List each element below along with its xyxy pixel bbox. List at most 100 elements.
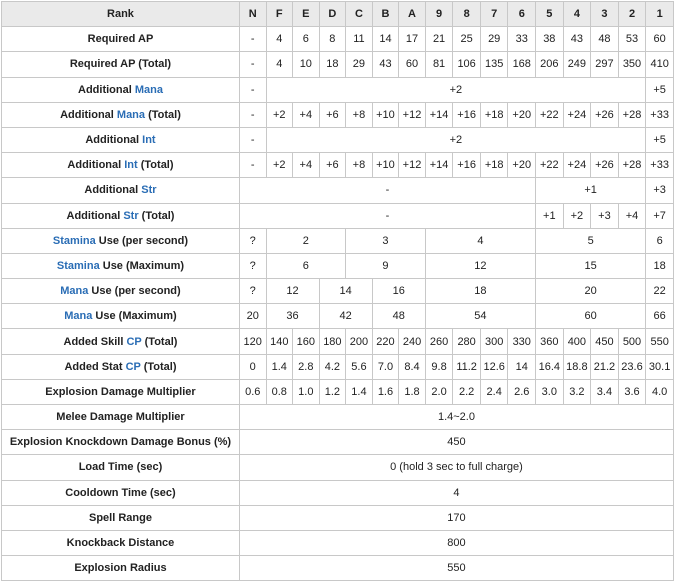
stat-keyword: Stamina — [52, 234, 96, 247]
row-label: Required AP (Total) — [1, 51, 240, 78]
table-row: Additional Str (Total) - +1 +2 +3 +4 +7 — [1, 202, 674, 229]
row-label: Additional Int (Total) — [1, 152, 240, 179]
stat-keyword: Mana — [134, 83, 163, 96]
value-cell: 2.6 — [507, 378, 537, 406]
value-cell: 48 — [590, 26, 619, 53]
value-cell: 4 — [424, 227, 537, 254]
header-rank-cell: 1 — [645, 0, 674, 28]
label-text: Additional — [66, 209, 124, 222]
value-cell: 30.1 — [645, 353, 674, 380]
value-cell: 180 — [318, 328, 347, 355]
value-cell: +12 — [398, 101, 426, 128]
value-cell: ? — [238, 227, 267, 254]
value-cell: 0.8 — [265, 378, 294, 406]
label-text: (Total) — [140, 360, 177, 373]
label-text: Explosion Radius — [74, 562, 167, 575]
value-cell: 43 — [371, 51, 400, 78]
label-text: Additional — [60, 108, 117, 121]
value-cell: 300 — [479, 328, 509, 355]
row-label: Cooldown Time (sec) — [1, 479, 240, 506]
value-cell: +8 — [345, 101, 373, 128]
table-row: Melee Damage Multiplier 1.4~2.0 — [1, 403, 675, 431]
label-text: Required AP (Total) — [69, 58, 172, 71]
table-row: Load Time (sec) 0 (hold 3 sec to full cha… — [1, 454, 675, 481]
value-cell: 206 — [535, 51, 564, 78]
stat-keyword: Mana — [64, 310, 93, 323]
value-cell: +20 — [507, 101, 537, 128]
header-rank-cell: C — [345, 0, 373, 28]
value-cell: 800 — [238, 529, 675, 557]
value-cell: 16.4 — [535, 353, 564, 380]
table-row: Added Stat CP (Total) 0 1.4 2.8 4.2 5.6 7.0 8.4… — [1, 353, 674, 380]
value-cell: - — [238, 101, 267, 128]
value-cell: 12.6 — [479, 353, 509, 380]
value-cell: +1 — [535, 202, 564, 229]
value-cell: 0.6 — [238, 378, 267, 406]
value-cell: 2.0 — [424, 378, 454, 406]
label-text: Use (Maximum) — [92, 310, 177, 323]
row-label: Additional Str (Total) — [1, 202, 240, 229]
stat-keyword: CP — [125, 360, 141, 373]
value-cell: 1.4 — [265, 353, 294, 380]
value-cell: 9 — [345, 252, 426, 280]
row-label: Explosion Knockdown Damage Bonus (%) — [1, 429, 240, 456]
value-cell: 297 — [590, 51, 619, 78]
value-cell: - — [238, 152, 267, 179]
value-cell: +3 — [590, 202, 619, 229]
value-cell: 14 — [507, 353, 537, 380]
label-text: Explosion Damage Multiplier — [45, 385, 196, 398]
value-cell: 33 — [507, 26, 537, 53]
stat-keyword: Mana — [116, 108, 146, 121]
value-cell: 350 — [617, 51, 647, 78]
value-cell: 106 — [452, 51, 481, 78]
row-label: Mana Use (Maximum) — [1, 303, 240, 330]
value-cell: 22 — [645, 278, 674, 305]
value-cell: 18 — [645, 252, 674, 280]
table-row: Added Skill CP (Total) 120 140 160 180 200 220… — [1, 328, 674, 355]
header-rank-cell: 6 — [507, 0, 537, 28]
header-rank-cell: 7 — [479, 0, 509, 28]
label-text: Additional — [85, 134, 143, 147]
label-text: Spell Range — [88, 511, 152, 524]
value-cell: +16 — [452, 152, 481, 179]
value-cell: 280 — [452, 328, 481, 355]
value-cell: 3.6 — [617, 378, 647, 406]
label-text: Additional — [67, 159, 125, 172]
table-row: Stamina Use (per second)? 2 3 4 5 6 — [1, 227, 674, 254]
value-cell: 60 — [645, 26, 674, 53]
header-rank-cell: D — [318, 0, 347, 28]
value-cell: 260 — [424, 328, 454, 355]
value-cell: 53 — [617, 26, 647, 53]
row-label: Additional Mana — [1, 76, 240, 103]
label-text: Cooldown Time (sec) — [65, 486, 176, 499]
value-cell: 42 — [318, 303, 373, 330]
row-label: Knockback Distance — [1, 529, 240, 557]
stat-keyword: Int — [142, 134, 156, 147]
value-cell: 14 — [371, 26, 400, 53]
value-cell: 29 — [479, 26, 509, 53]
table-row: Mana Use (Maximum) 20 36 42 48 54 60 66 — [1, 303, 674, 330]
value-cell: 330 — [507, 328, 537, 355]
row-label: Explosion Radius — [1, 555, 240, 582]
value-cell: +33 — [645, 101, 674, 128]
value-cell: 220 — [371, 328, 400, 355]
table-row: Knockback Distance 800 — [1, 529, 675, 557]
value-cell: +5 — [645, 76, 674, 103]
table-row: Explosion Radius 550 — [1, 555, 675, 582]
value-cell: 14 — [318, 278, 373, 305]
value-cell: +18 — [479, 101, 509, 128]
header-rank-cell: E — [292, 0, 320, 28]
value-cell: 7.0 — [371, 353, 400, 380]
value-cell: +7 — [645, 202, 674, 229]
row-label: Added Skill CP (Total) — [1, 328, 240, 355]
value-cell: 6 — [265, 252, 347, 280]
value-cell: 6 — [645, 227, 674, 254]
value-cell: 4 — [265, 26, 294, 53]
value-cell: +22 — [535, 101, 564, 128]
value-cell: +24 — [562, 101, 592, 128]
value-cell: +16 — [452, 101, 481, 128]
value-cell: +3 — [645, 177, 674, 204]
value-cell: 410 — [645, 51, 674, 78]
value-cell: 48 — [371, 303, 426, 330]
value-cell: +2 — [265, 76, 647, 103]
